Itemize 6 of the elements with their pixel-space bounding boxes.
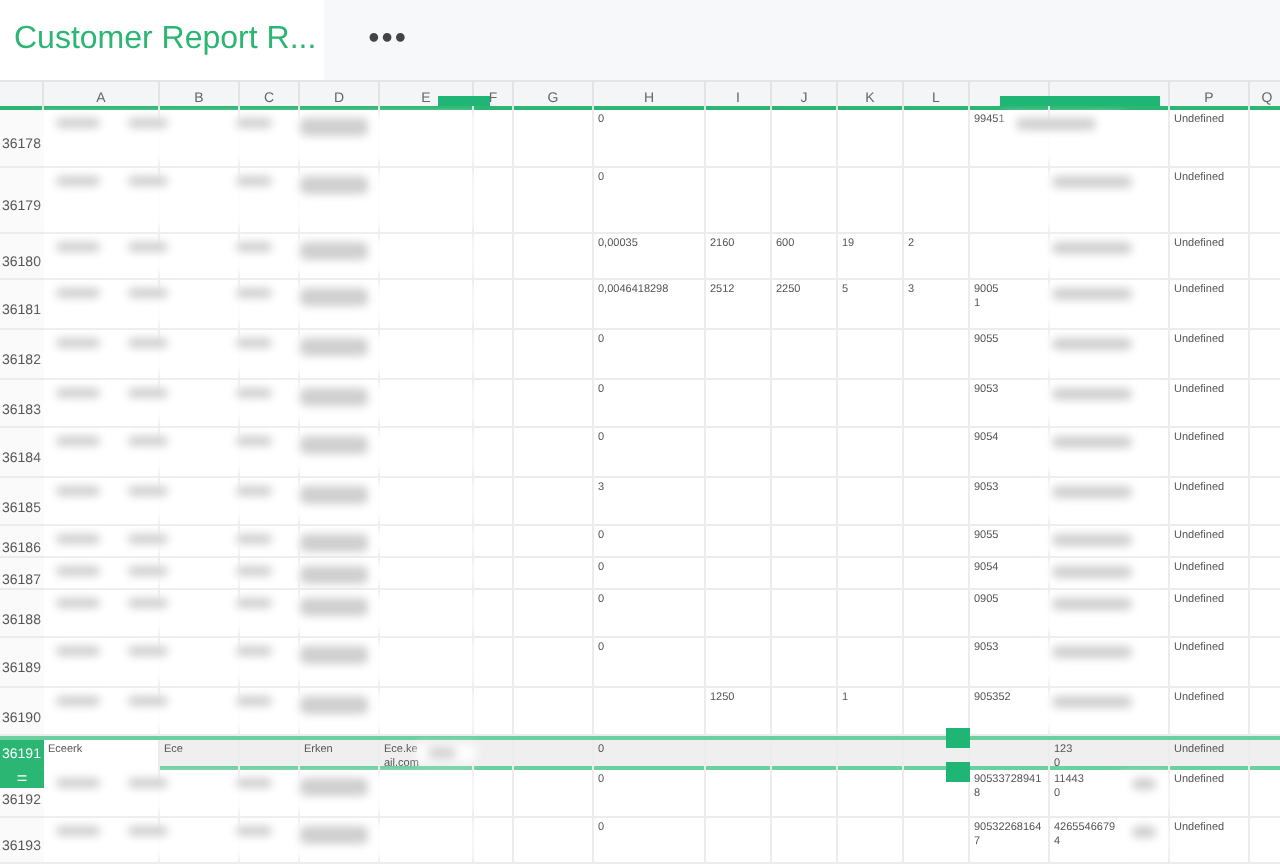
- more-menu-button[interactable]: •••: [364, 22, 412, 58]
- report-title: Customer Report R...: [0, 0, 325, 80]
- selection-handle[interactable]: [438, 96, 490, 106]
- selection-handle[interactable]: [1000, 96, 1160, 106]
- resize-handle[interactable]: [946, 728, 970, 748]
- resize-handle[interactable]: [946, 762, 970, 782]
